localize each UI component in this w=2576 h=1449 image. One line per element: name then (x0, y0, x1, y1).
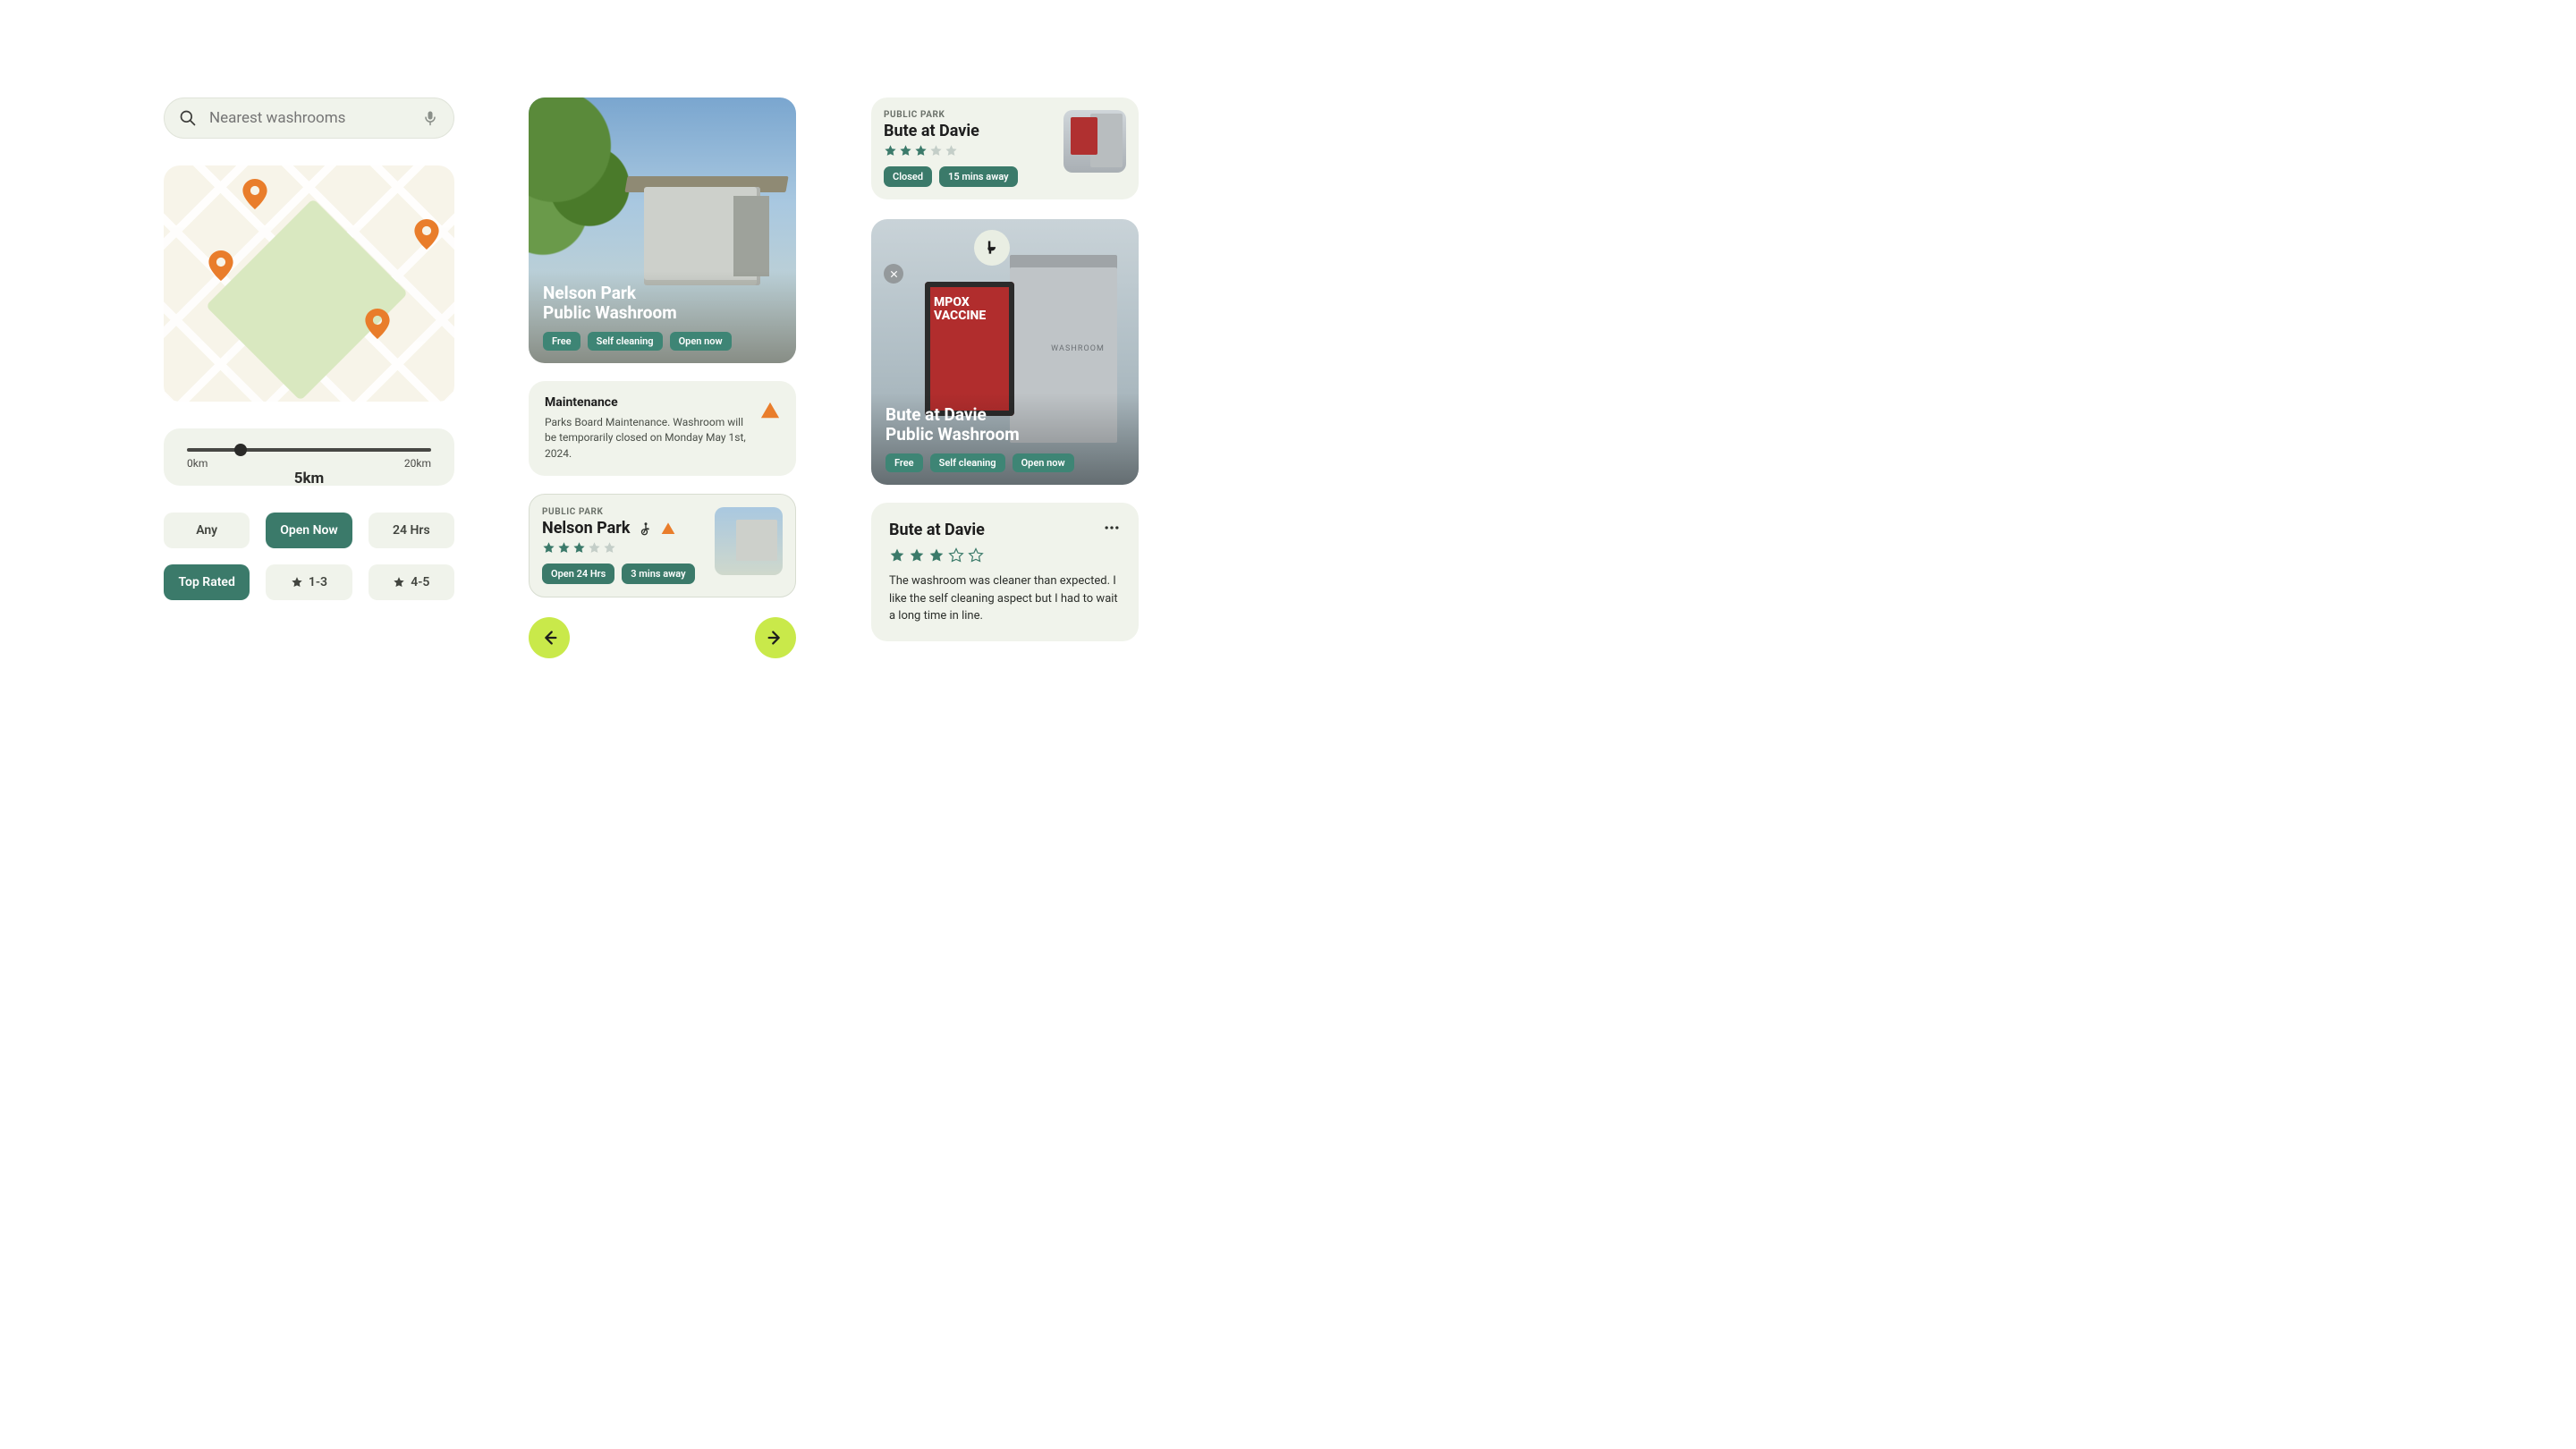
prev-button[interactable] (529, 617, 570, 658)
filter-rating-4-5[interactable]: 4-5 (369, 564, 454, 600)
star-icon (884, 144, 897, 157)
pill-distance: 3 mins away (622, 564, 694, 584)
filter-rating-1-3-label: 1-3 (309, 575, 327, 589)
card-eyebrow: PUBLIC PARK (884, 110, 1051, 120)
hero-title: Bute at Davie Public Washroom (886, 405, 1124, 445)
tag-open-now: Open now (1013, 453, 1074, 472)
hero-foliage (529, 97, 636, 258)
more-icon[interactable] (1103, 519, 1121, 540)
rating-stars (542, 541, 702, 555)
map-pin-icon[interactable] (208, 250, 233, 281)
distance-slider-card: 0km 20km 5km (164, 428, 454, 486)
slider-max-label: 20km (404, 457, 431, 470)
review-card: Bute at Davie The washroom was cleaner t… (871, 503, 1139, 641)
search-icon (179, 109, 197, 127)
rating-stars (884, 144, 1051, 157)
star-icon (393, 576, 405, 589)
kiosk-label: WASHROOM (1051, 344, 1105, 353)
review-body: The washroom was cleaner than expected. … (889, 572, 1121, 625)
card-thumbnail (1063, 110, 1126, 173)
bute-hero-card[interactable]: WASHROOM MPOXVACCINE Bute at Davie Publi… (871, 219, 1139, 485)
hero-overlay: Nelson Park Public Washroom Free Self cl… (529, 271, 796, 363)
filter-24hrs[interactable]: 24 Hrs (369, 513, 454, 548)
star-icon (291, 576, 303, 589)
star-icon (968, 547, 984, 564)
star-icon (945, 144, 958, 157)
star-icon (588, 541, 601, 555)
accessibility-icon (638, 521, 654, 537)
search-bar[interactable] (164, 97, 454, 139)
notice-body: Parks Board Maintenance. Washroom will b… (545, 415, 750, 462)
star-icon (928, 547, 945, 564)
toilet-icon (974, 230, 1010, 266)
filter-open-now[interactable]: Open Now (266, 513, 352, 548)
star-icon (909, 547, 925, 564)
card-eyebrow: PUBLIC PARK (542, 507, 702, 517)
pill-open-24: Open 24 Hrs (542, 564, 614, 584)
star-icon (899, 144, 912, 157)
star-icon (603, 541, 616, 555)
maintenance-notice: Maintenance Parks Board Maintenance. Was… (529, 381, 796, 476)
review-title: Bute at Davie (889, 521, 985, 539)
pill-distance: 15 mins away (939, 166, 1018, 187)
star-icon (557, 541, 571, 555)
filter-rating-4-5-label: 4-5 (411, 575, 429, 589)
tag-self-cleaning: Self cleaning (930, 453, 1005, 472)
card-title: Nelson Park (542, 519, 631, 538)
filter-top-rated[interactable]: Top Rated (164, 564, 250, 600)
map-pin-icon[interactable] (414, 219, 439, 250)
star-icon (889, 547, 905, 564)
bute-list-card[interactable]: PUBLIC PARK Bute at Davie Closed 15 mins… (871, 97, 1139, 199)
star-icon (929, 144, 943, 157)
slider-min-label: 0km (187, 457, 208, 470)
star-icon (572, 541, 586, 555)
star-icon (948, 547, 964, 564)
card-title: Bute at Davie (884, 122, 1051, 140)
filter-any[interactable]: Any (164, 513, 250, 548)
slider-value-label: 5km (294, 470, 325, 487)
slider-thumb[interactable] (234, 444, 247, 456)
map-pin-icon[interactable] (242, 179, 267, 209)
tag-free: Free (886, 453, 923, 472)
card-thumbnail (715, 507, 783, 575)
mic-icon[interactable] (421, 109, 439, 127)
filter-chips: Any Open Now 24 Hrs Top Rated 1-3 4-5 (164, 513, 454, 600)
star-icon (542, 541, 555, 555)
nelson-hero-card[interactable]: Nelson Park Public Washroom Free Self cl… (529, 97, 796, 363)
filter-rating-1-3[interactable]: 1-3 (266, 564, 352, 600)
star-icon (914, 144, 928, 157)
tag-free: Free (543, 332, 580, 351)
rating-stars (889, 547, 1121, 564)
tag-open-now: Open now (670, 332, 732, 351)
map-pin-icon[interactable] (365, 309, 390, 339)
warning-icon (661, 521, 675, 536)
distance-slider[interactable] (187, 448, 431, 452)
next-button[interactable] (755, 617, 796, 658)
hero-overlay: Bute at Davie Public Washroom Free Self … (871, 393, 1139, 485)
search-input[interactable] (208, 108, 411, 128)
notice-title: Maintenance (545, 395, 750, 410)
pill-closed: Closed (884, 166, 932, 187)
map-view[interactable] (164, 165, 454, 402)
hero-title: Nelson Park Public Washroom (543, 284, 782, 323)
nelson-list-card[interactable]: PUBLIC PARK Nelson Park Open 24 Hrs 3 mi… (529, 494, 796, 597)
warning-icon (760, 401, 780, 420)
close-button[interactable] (884, 264, 903, 284)
map-park-area (206, 199, 408, 401)
tag-self-cleaning: Self cleaning (588, 332, 663, 351)
